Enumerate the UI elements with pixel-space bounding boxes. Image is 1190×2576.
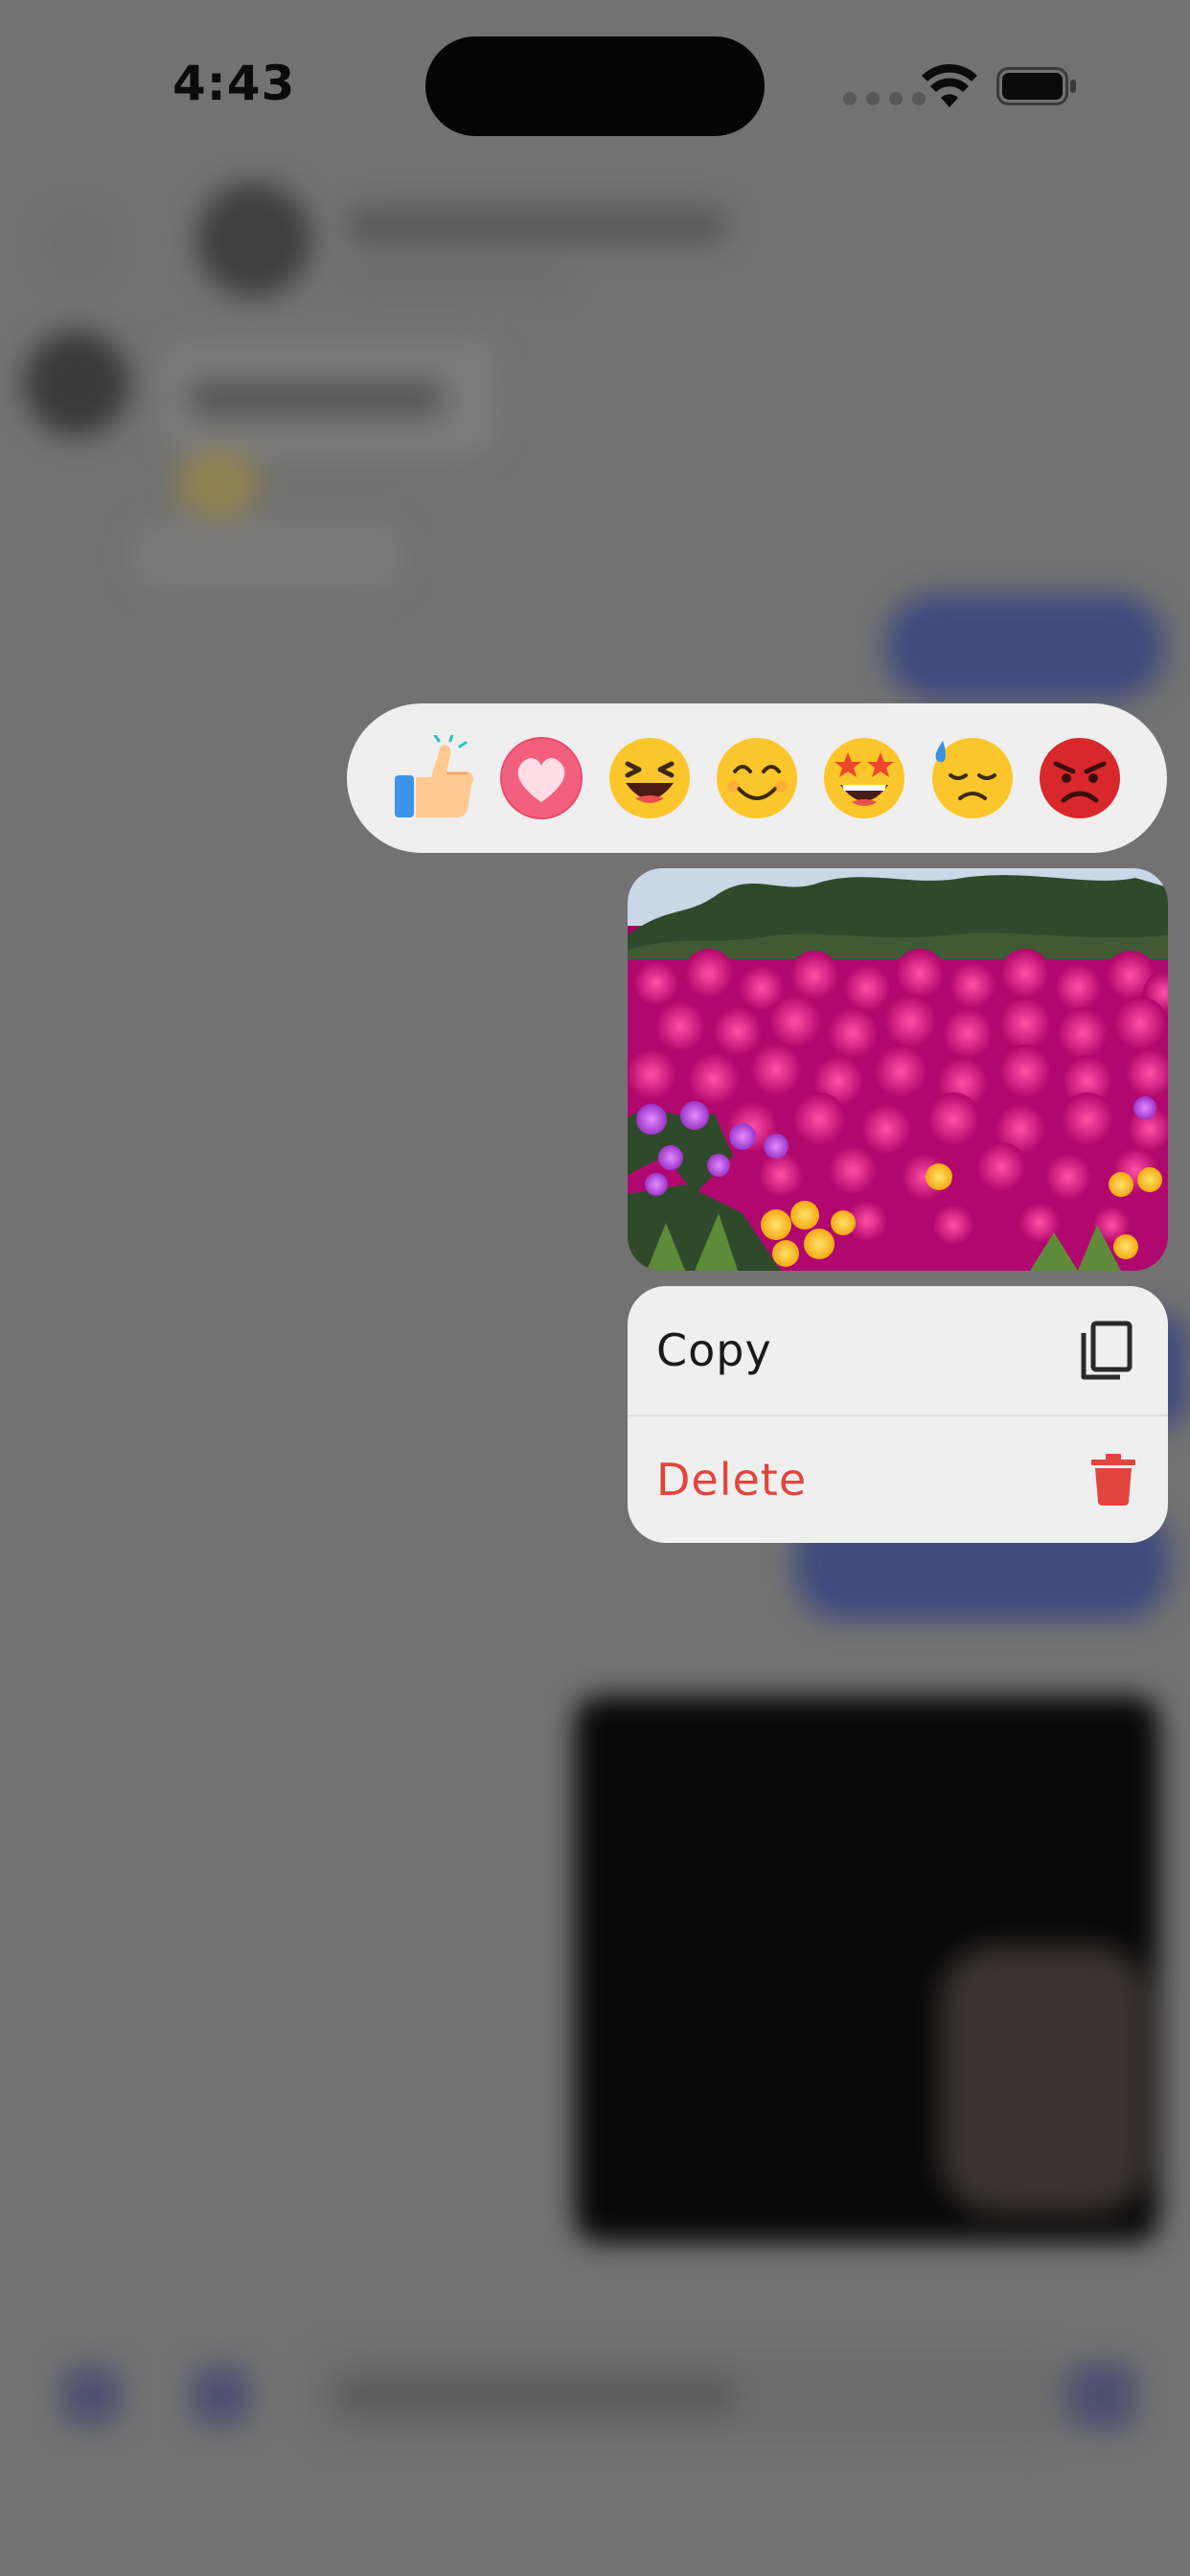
copy-label: Copy (656, 1324, 772, 1376)
heart-emoji-icon[interactable] (498, 735, 584, 821)
cellular-signal-icon (843, 92, 926, 105)
message-context-menu: Copy Delete (628, 1286, 1168, 1543)
back-icon (48, 216, 105, 273)
battery-icon (996, 67, 1076, 105)
incoming-caption-bubble (134, 522, 402, 589)
angry-emoji-icon[interactable] (1037, 735, 1123, 821)
send-icon (1068, 2362, 1135, 2429)
video-figure-blur (939, 1945, 1150, 2214)
star-struck-emoji-icon[interactable] (821, 735, 907, 821)
flower-photo (628, 868, 1168, 1271)
copy-menu-item[interactable]: Copy (628, 1286, 1168, 1414)
delete-label: Delete (656, 1454, 808, 1506)
reaction-picker (347, 703, 1167, 853)
attach-icon (62, 2367, 120, 2425)
incoming-emoji-blob (177, 450, 259, 518)
sad-sweat-emoji-icon[interactable] (929, 735, 1016, 821)
smiling-emoji-icon[interactable] (714, 735, 800, 821)
contact-name-placeholder (345, 206, 728, 244)
avatar (196, 182, 311, 297)
input-text-placeholder (335, 2377, 738, 2415)
trash-icon (1091, 1454, 1135, 1506)
outgoing-bubble (886, 594, 1164, 700)
camera-icon (192, 2367, 249, 2425)
thumbs-up-emoji-icon[interactable] (391, 735, 477, 821)
delete-menu-item[interactable]: Delete (628, 1414, 1168, 1543)
dynamic-island (425, 36, 765, 136)
sender-avatar (24, 331, 129, 436)
copy-icon (1081, 1321, 1133, 1380)
status-time: 4:43 (172, 56, 296, 111)
laughing-emoji-icon[interactable] (606, 735, 693, 821)
wifi-icon (922, 63, 977, 107)
incoming-text-placeholder (187, 379, 446, 419)
selected-photo-message[interactable] (628, 868, 1168, 1271)
contact-status-placeholder (345, 264, 565, 287)
